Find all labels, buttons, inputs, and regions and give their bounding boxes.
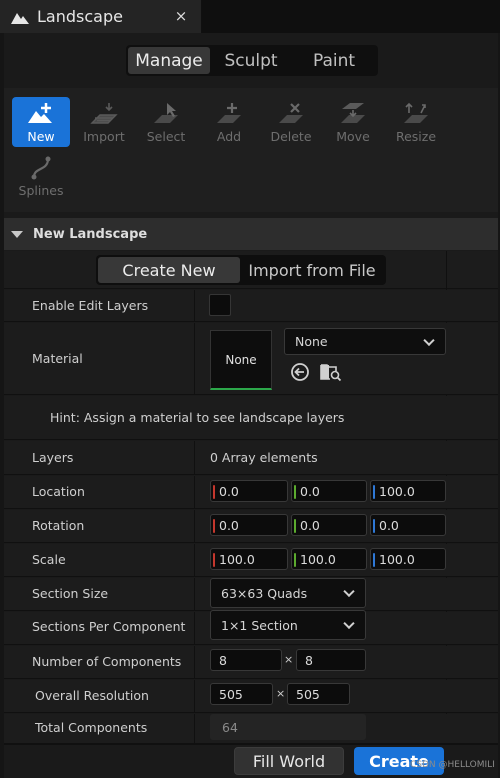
tool-select[interactable]: Select xyxy=(137,97,195,147)
section-size-dropdown[interactable]: 63×63 Quads xyxy=(210,578,366,608)
tool-delete[interactable]: Delete xyxy=(262,97,320,147)
landscape-mode-icon xyxy=(11,12,29,24)
location-x-field[interactable]: 0.0 xyxy=(210,480,288,502)
tool-new[interactable]: New xyxy=(12,97,70,147)
use-selected-asset-icon[interactable] xyxy=(290,362,310,382)
mode-manage[interactable]: Manage xyxy=(128,47,210,74)
rotation-x-field[interactable]: 0.0 xyxy=(210,514,288,536)
browse-asset-icon[interactable] xyxy=(320,362,342,382)
row-scale: Scale 100.0 100.0 100.0 xyxy=(4,544,498,577)
chevron-down-icon xyxy=(343,585,355,598)
location-y-field[interactable]: 0.0 xyxy=(291,480,367,502)
rotation-z-field[interactable]: 0.0 xyxy=(370,514,446,536)
row-location: Location 0.0 0.0 100.0 xyxy=(4,476,498,509)
mode-paint[interactable]: Paint xyxy=(292,47,376,74)
rotation-y-field[interactable]: 0.0 xyxy=(291,514,367,536)
location-z-field[interactable]: 100.0 xyxy=(370,480,446,502)
row-material: Material None None xyxy=(4,323,498,395)
layers-count: 0 Array elements xyxy=(210,450,318,465)
row-hint: Hint: Assign a material to see landscape… xyxy=(4,396,498,440)
row-rotation: Rotation 0.0 0.0 0.0 xyxy=(4,510,498,543)
select-icon xyxy=(154,103,178,123)
tool-splines[interactable]: Splines xyxy=(12,151,70,201)
close-icon[interactable]: × xyxy=(173,7,189,25)
row-section-size: Section Size 63×63 Quads xyxy=(4,578,498,611)
tab-bar: Landscape × xyxy=(0,0,500,33)
chevron-down-icon xyxy=(423,334,435,346)
move-icon xyxy=(341,103,365,123)
section-new-landscape[interactable]: New Landscape xyxy=(4,218,498,250)
new-landscape-icon xyxy=(28,103,52,123)
watermark: CSDN @HELLOMILI xyxy=(410,760,495,770)
create-mode-toggle: Create New Import from File xyxy=(96,255,386,285)
fill-world-button[interactable]: Fill World xyxy=(234,747,344,775)
chevron-down-icon xyxy=(343,617,355,630)
row-overall-resolution: Overall Resolution 505 × 505 xyxy=(4,680,498,713)
scale-y-field[interactable]: 100.0 xyxy=(291,548,367,570)
mode-selector: Manage Sculpt Paint xyxy=(126,45,378,76)
mode-sculpt[interactable]: Sculpt xyxy=(210,47,292,74)
resolution-x-field[interactable]: 505 xyxy=(210,683,273,705)
material-hint: Hint: Assign a material to see landscape… xyxy=(50,410,345,425)
tab-title: Landscape xyxy=(37,7,123,26)
material-dropdown[interactable]: None xyxy=(284,328,446,355)
resolution-y-field[interactable]: 505 xyxy=(287,683,350,705)
scale-z-field[interactable]: 100.0 xyxy=(370,548,446,570)
row-enable-edit-layers: Enable Edit Layers xyxy=(4,290,498,322)
total-components-value: 64 xyxy=(210,714,366,740)
tool-import[interactable]: Import xyxy=(75,97,133,147)
row-sections-per-component: Sections Per Component 1×1 Section xyxy=(4,610,498,645)
components-y-field[interactable]: 8 xyxy=(296,649,366,671)
splines-icon xyxy=(31,156,51,180)
create-mode-row: Create New Import from File xyxy=(4,251,498,289)
tool-resize[interactable]: Resize xyxy=(387,97,445,147)
option-import-from-file[interactable]: Import from File xyxy=(240,257,384,283)
enable-edit-layers-checkbox[interactable] xyxy=(209,294,231,316)
components-x-field[interactable]: 8 xyxy=(210,649,282,671)
section-title: New Landscape xyxy=(33,226,148,242)
row-layers: Layers 0 Array elements xyxy=(4,441,498,475)
landscape-tab[interactable]: Landscape × xyxy=(0,0,202,33)
resize-icon xyxy=(404,102,428,123)
delete-icon xyxy=(279,103,303,123)
material-thumbnail[interactable]: None xyxy=(210,330,272,390)
row-number-of-components: Number of Components 8 × 8 xyxy=(4,646,498,679)
option-create-new[interactable]: Create New xyxy=(98,257,240,283)
add-icon xyxy=(217,103,241,123)
caret-down-icon xyxy=(11,230,23,238)
scale-x-field[interactable]: 100.0 xyxy=(210,548,288,570)
import-icon xyxy=(90,103,118,124)
tool-add[interactable]: Add xyxy=(200,97,258,147)
tool-palette: New Import Select Add Delete Move Resize… xyxy=(4,88,498,212)
sections-per-component-dropdown[interactable]: 1×1 Section xyxy=(210,610,366,640)
row-total-components: Total Components 64 xyxy=(4,714,498,744)
tool-move[interactable]: Move xyxy=(324,97,382,147)
